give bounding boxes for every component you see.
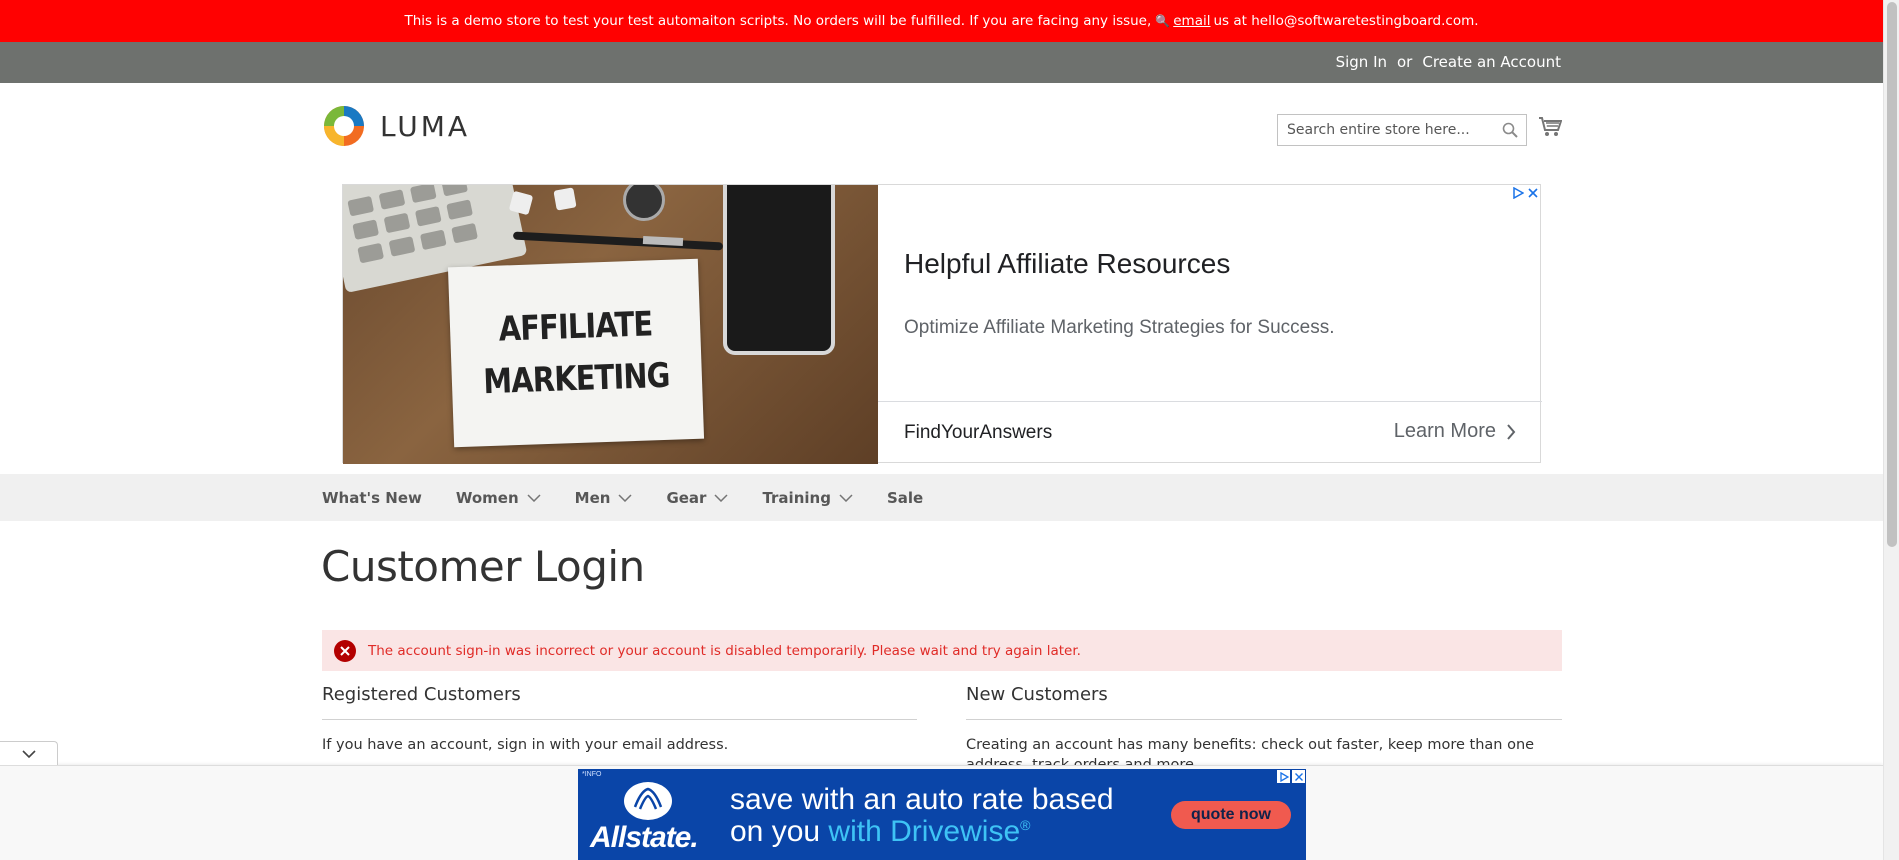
quote-now-button[interactable]: quote now [1171, 801, 1291, 829]
ad-choices[interactable] [1512, 187, 1539, 199]
or-separator: or [1397, 53, 1413, 71]
page-title: Customer Login [321, 542, 645, 591]
ad-learn-more-label: Learn More [1393, 420, 1496, 442]
bottom-ad-choices[interactable] [1276, 769, 1306, 784]
nav-item-label: Training [762, 488, 831, 507]
nav-item-sale[interactable]: Sale [887, 489, 923, 507]
chevron-right-icon [1507, 423, 1516, 440]
ad-image: AFFILIATE MARKETING [343, 185, 878, 464]
error-icon [334, 639, 356, 662]
close-ad-icon[interactable] [1291, 769, 1306, 784]
nav-item-training[interactable]: Training [762, 488, 853, 507]
nav-item-label: Men [574, 488, 611, 507]
registered-divider [322, 719, 917, 720]
nav-item-women[interactable]: Women [456, 489, 541, 507]
allstate-hands-icon [624, 782, 672, 820]
search-icon[interactable] [1502, 122, 1518, 138]
pen-graphic [512, 231, 724, 251]
ad-learn-more-button[interactable]: Learn More [1394, 420, 1516, 443]
demo-notice-text: This is a demo store to test your test a… [404, 13, 1152, 29]
nav-item-label: Sale [886, 488, 924, 507]
luma-logo-icon [324, 106, 364, 146]
registered-customers-text: If you have an account, sign in with you… [322, 737, 729, 753]
key-icon: 🔍 [1155, 14, 1171, 28]
page: This is a demo store to test your test a… [0, 0, 1883, 860]
close-ad-icon[interactable] [1527, 187, 1539, 199]
error-message-text: The account sign-in was incorrect or you… [368, 642, 1081, 659]
nav-item-label: What's New [322, 488, 422, 507]
email-link[interactable]: email [1173, 13, 1210, 29]
header-panel: Sign In or Create an Account [0, 42, 1883, 83]
chevron-down-icon [839, 493, 853, 502]
allstate-headline-line2: on you with Drivewise® [730, 815, 1030, 849]
chevron-down-icon [618, 493, 632, 502]
search-box [1277, 114, 1527, 146]
ad-info-label: *INFO [582, 771, 602, 778]
nav-item-whats-new[interactable]: What's New [322, 489, 422, 507]
allstate-headline-highlight: with Drivewise [828, 815, 1021, 848]
error-message: The account sign-in was incorrect or you… [322, 630, 1562, 671]
cart-icon[interactable] [1538, 116, 1562, 138]
chevron-down-icon [527, 493, 541, 502]
nav-item-gear[interactable]: Gear [666, 489, 728, 507]
collapse-ad-button[interactable] [0, 741, 58, 765]
luma-logo-text: LUMA [380, 109, 471, 143]
nav-item-label: Women [455, 488, 519, 507]
ad-image-text-1: AFFILIATE [497, 304, 653, 350]
adchoices-icon[interactable] [1512, 187, 1524, 199]
ad-content: Helpful Affiliate Resources Optimize Aff… [878, 185, 1542, 464]
nav-item-men[interactable]: Men [575, 489, 633, 507]
adchoices-icon[interactable] [1276, 769, 1291, 784]
registered-customers-title: Registered Customers [322, 684, 521, 705]
allstate-brand: Allstate. [590, 821, 699, 854]
affiliate-ad-banner[interactable]: AFFILIATE MARKETING Helpful Affiliate Re… [342, 184, 1542, 464]
allstate-headline-plain: on you [730, 815, 821, 848]
ad-title[interactable]: Helpful Affiliate Resources [904, 248, 1230, 280]
demo-notice-text-after: us at hello@softwaretestingboard.com. [1213, 13, 1479, 29]
ad-image-text-2: MARKETING [483, 355, 671, 403]
new-customers-title: New Customers [966, 684, 1108, 705]
luma-logo[interactable]: LUMA [322, 104, 470, 148]
chevron-down-icon [714, 493, 728, 502]
page-title-text: Customer Login [321, 542, 645, 591]
compass-graphic [623, 185, 665, 221]
header-links: Sign In or Create an Account [1336, 53, 1561, 71]
ad-description: Optimize Affiliate Marketing Strategies … [904, 317, 1335, 338]
scrollbar-thumb[interactable] [1887, 2, 1897, 547]
affiliate-note-card: AFFILIATE MARKETING [447, 258, 705, 448]
nav-item-label: Gear [666, 488, 707, 507]
ad-brand[interactable]: FindYourAnswers [904, 422, 1052, 444]
allstate-ad[interactable]: *INFO Allstate. save with an auto rate b… [578, 769, 1306, 860]
chevron-down-icon [21, 749, 36, 758]
demo-notice-bar: This is a demo store to test your test a… [0, 0, 1883, 42]
registered-mark: ® [1020, 817, 1031, 833]
main-navigation: What's New Women Men Gear Training Sale [0, 474, 1883, 521]
allstate-headline-line1: save with an auto rate based [730, 783, 1114, 816]
create-account-link[interactable]: Create an Account [1422, 53, 1561, 71]
phone-graphic [723, 185, 835, 355]
ad-divider [878, 401, 1542, 402]
sign-in-link[interactable]: Sign In [1336, 53, 1387, 71]
search-input[interactable] [1278, 115, 1488, 145]
vertical-scrollbar[interactable] [1883, 0, 1899, 860]
new-customers-divider [966, 719, 1562, 720]
